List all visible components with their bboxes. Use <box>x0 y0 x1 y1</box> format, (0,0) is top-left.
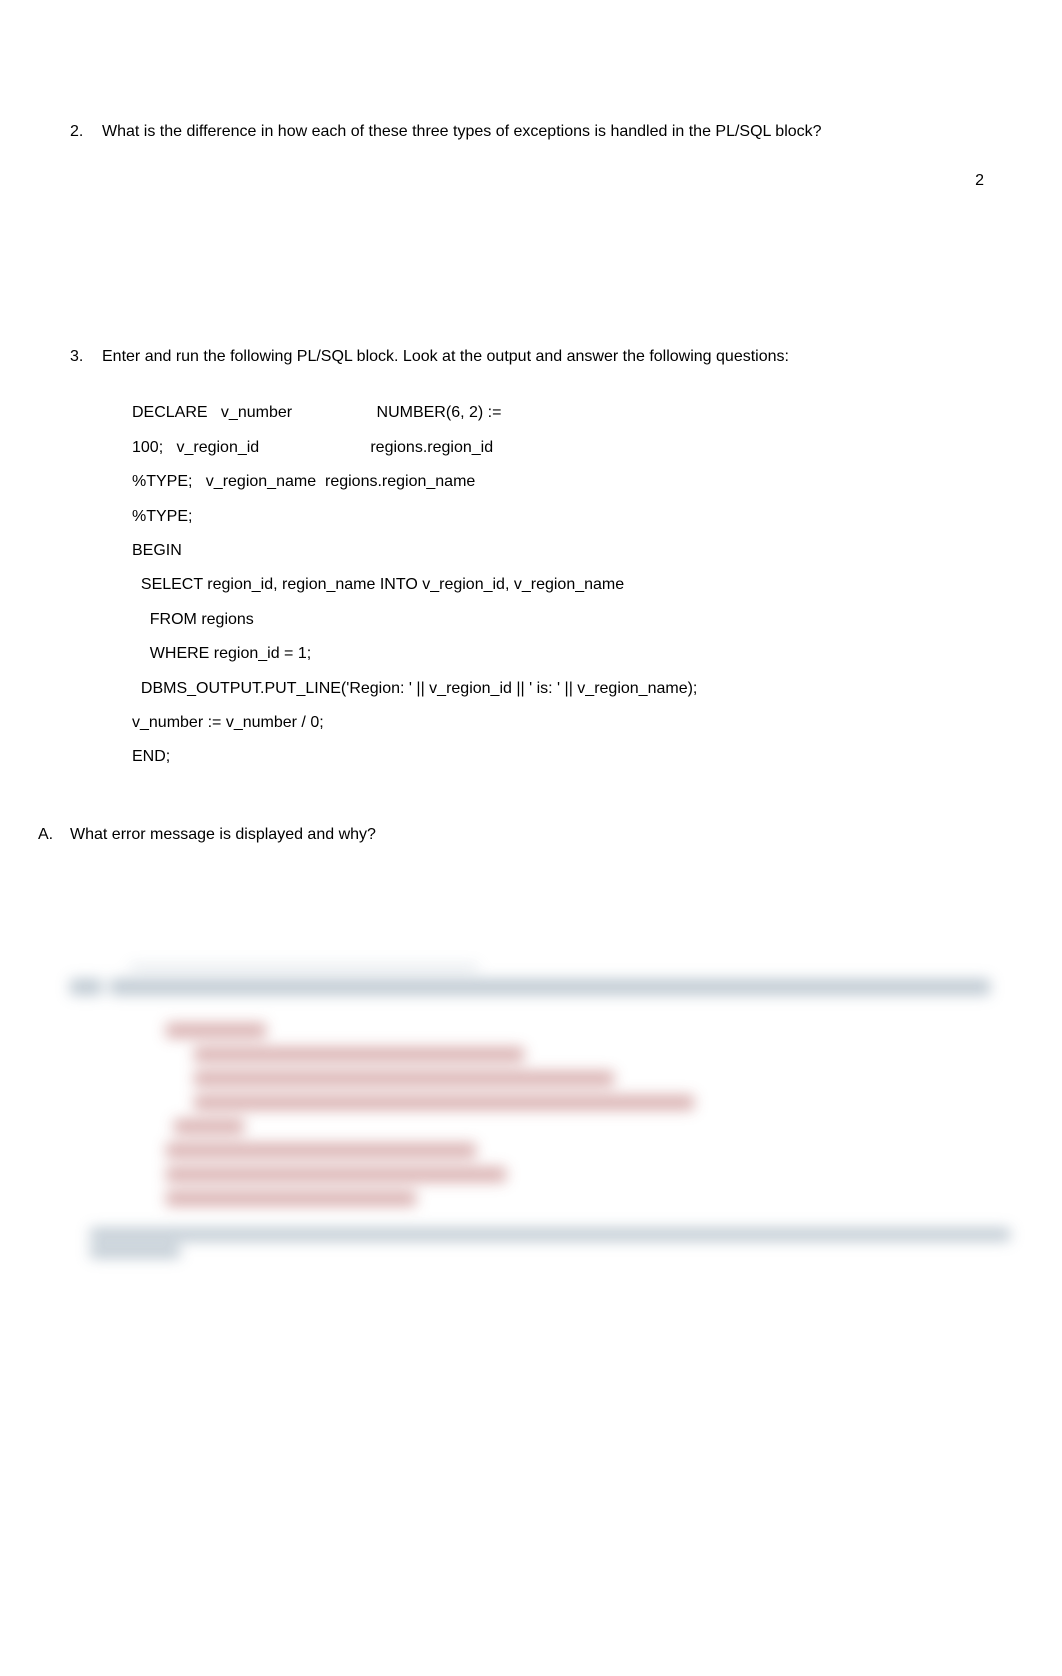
blurred-question <box>70 979 992 995</box>
question-a-letter: A. <box>38 823 70 846</box>
question-3: 3. Enter and run the following PL/SQL bl… <box>70 345 992 368</box>
question-2-number: 2. <box>70 120 102 143</box>
blurred-code-line <box>194 1095 694 1110</box>
code-line-1: DECLARE v_number NUMBER(6, 2) := <box>132 396 992 430</box>
blurred-divider <box>130 966 710 969</box>
code-line-6: SELECT region_id, region_name INTO v_reg… <box>132 568 992 602</box>
blurred-code-line <box>166 1143 476 1158</box>
blurred-question-text <box>110 979 990 995</box>
code-line-11: END; <box>132 740 992 774</box>
blurred-code-line <box>174 1119 244 1134</box>
code-line-7: FROM regions <box>132 603 992 637</box>
blurred-code-line <box>166 1191 416 1206</box>
blurred-footer-line <box>90 1245 180 1258</box>
blurred-code-line <box>194 1047 524 1062</box>
blurred-code-line <box>166 1167 506 1182</box>
code-line-3: %TYPE; v_region_name regions.region_name <box>132 465 992 499</box>
question-a-text: What error message is displayed and why? <box>70 823 376 846</box>
code-line-8: WHERE region_id = 1; <box>132 637 992 671</box>
blurred-code-line <box>194 1071 614 1086</box>
code-line-4: %TYPE; <box>132 500 992 534</box>
page-number: 2 <box>975 172 984 190</box>
code-block: DECLARE v_number NUMBER(6, 2) := 100; v_… <box>132 396 992 774</box>
blurred-content <box>70 966 992 1258</box>
question-a: A. What error message is displayed and w… <box>38 823 992 846</box>
blurred-question-number <box>70 979 102 995</box>
question-3-number: 3. <box>70 345 102 368</box>
question-3-text: Enter and run the following PL/SQL block… <box>102 345 789 368</box>
blurred-code-line <box>166 1023 266 1038</box>
question-2: 2. What is the difference in how each of… <box>70 120 992 143</box>
blurred-footer-line <box>90 1228 1010 1241</box>
code-line-9: DBMS_OUTPUT.PUT_LINE('Region: ' || v_reg… <box>132 672 992 706</box>
code-line-10: v_number := v_number / 0; <box>132 706 992 740</box>
code-line-5: BEGIN <box>132 534 992 568</box>
question-2-text: What is the difference in how each of th… <box>102 120 822 143</box>
blurred-code-block <box>166 1023 992 1206</box>
code-line-2: 100; v_region_id regions.region_id <box>132 431 992 465</box>
